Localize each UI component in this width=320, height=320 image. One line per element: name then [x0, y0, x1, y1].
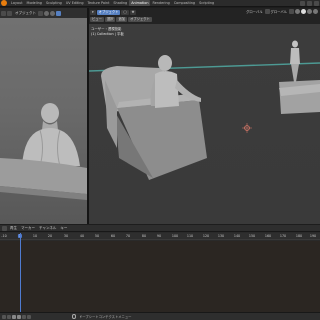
tab-rendering[interactable]: Rendering — [150, 0, 171, 6]
frame-tick: 140 — [233, 234, 241, 238]
menu-playback[interactable]: 再生 — [10, 226, 17, 231]
select-mode-icon[interactable]: ▢ — [121, 9, 129, 15]
play-icon[interactable] — [17, 314, 21, 319]
viewport-header-row: ▾ オブジェクト ▢ ✥ — [90, 9, 137, 15]
left-viewport-scene — [0, 103, 87, 200]
seated-character — [150, 55, 201, 108]
solid-shading-icon[interactable] — [301, 9, 306, 14]
frame-tick: 60 — [110, 234, 116, 238]
mouse-icon — [72, 314, 76, 319]
tab-modeling[interactable]: Modeling — [25, 0, 44, 6]
prev-keyframe-icon[interactable] — [7, 314, 11, 319]
viewport-header-right: グローバル グローバル — [245, 9, 318, 14]
workspace-bar: Layout Modeling Sculpting UV Editing Tex… — [0, 0, 320, 7]
viewport-menu-row: ビュー 選択 追加 オブジェクト — [90, 16, 153, 23]
status-hint: ドープシートコンテクストメニュー — [79, 315, 132, 319]
jump-start-icon[interactable] — [2, 314, 6, 319]
background-sofa — [279, 80, 320, 114]
frame-tick: 70 — [125, 234, 131, 238]
menu-object[interactable]: オブジェクト — [128, 17, 152, 22]
editor-type-icon[interactable] — [2, 225, 7, 231]
frame-tick: 170 — [279, 234, 287, 238]
proportional-edit-icon[interactable] — [289, 9, 294, 14]
tab-compositing[interactable]: Compositing — [172, 0, 197, 6]
view-layer-icon[interactable] — [307, 0, 312, 6]
jump-end-icon[interactable] — [27, 314, 31, 319]
transform-icon[interactable]: ✥ — [129, 9, 137, 15]
tab-uv-editing[interactable]: UV Editing — [64, 0, 86, 6]
rendered-shading-icon[interactable] — [313, 9, 318, 14]
next-keyframe-icon[interactable] — [22, 314, 26, 319]
tab-texture-paint[interactable]: Texture Paint — [86, 0, 112, 6]
frame-tick: 180 — [295, 234, 303, 238]
frame-tick: -10 — [1, 234, 7, 238]
scene-icon[interactable] — [300, 0, 305, 6]
search-icon[interactable] — [314, 0, 319, 6]
menu-view[interactable]: ビュー — [90, 17, 104, 22]
frame-tick: 190 — [309, 234, 317, 238]
frame-tick: 40 — [79, 234, 85, 238]
frame-tick: 80 — [141, 234, 147, 238]
pivot-orientation[interactable]: グローバル — [271, 9, 287, 14]
frame-tick: 50 — [94, 234, 100, 238]
menu-key[interactable]: キー — [60, 226, 67, 231]
menu-add[interactable]: 追加 — [116, 17, 128, 22]
timeline-footer: ドープシートコンテクストメニュー — [0, 312, 320, 320]
dopesheet-track-area[interactable] — [0, 241, 320, 312]
background-figure — [290, 40, 300, 82]
blender-logo-icon[interactable] — [1, 0, 7, 6]
character-bust — [22, 103, 80, 167]
playhead[interactable] — [20, 233, 21, 312]
frame-tick: 30 — [63, 234, 69, 238]
material-shading-icon[interactable] — [307, 9, 312, 14]
frame-tick: 90 — [156, 234, 162, 238]
collection-label: (1) Collection | 平板 — [91, 32, 124, 36]
frame-tick: 110 — [186, 234, 194, 238]
main-viewport-scene — [89, 40, 320, 180]
timeline-editor: 再生 マーカー チャンネル キー -10 0 1 10 20 30 40 50 … — [0, 225, 320, 320]
frame-tick: 10 — [32, 234, 38, 238]
editor-type-button[interactable]: ▾ — [90, 9, 96, 15]
menu-select[interactable]: 選択 — [104, 17, 116, 22]
object-mode-button[interactable]: オブジェクト — [96, 9, 121, 15]
tab-shading[interactable]: Shading — [111, 0, 129, 6]
frame-tick: 20 — [47, 234, 53, 238]
frame-tick: 150 — [248, 234, 256, 238]
viewport-area: オブジェクト ▾ オブジェクト ▢ ✥ ビュー 選択 追加 オブジェクト グロー… — [0, 8, 320, 224]
tab-layout[interactable]: Layout — [9, 0, 25, 6]
snap-icon[interactable] — [264, 9, 270, 14]
tab-sculpting[interactable]: Sculpting — [44, 0, 64, 6]
frame-ruler[interactable]: -10 0 1 10 20 30 40 50 60 70 80 90 100 1… — [0, 233, 320, 240]
tab-scripting[interactable]: Scripting — [197, 0, 216, 6]
main-3d-viewport[interactable]: ▾ オブジェクト ▢ ✥ ビュー 選択 追加 オブジェクト グローバル グローバ… — [89, 8, 320, 224]
menu-marker[interactable]: マーカー — [21, 226, 35, 231]
main-viewport-header: ▾ オブジェクト ▢ ✥ ビュー 選択 追加 オブジェクト グローバル グローバ… — [89, 8, 320, 24]
object-origin-icon[interactable] — [242, 123, 252, 133]
left-viewport[interactable]: オブジェクト — [0, 8, 87, 224]
wireframe-shading-icon[interactable] — [295, 9, 300, 14]
timeline-header: 再生 マーカー チャンネル キー — [0, 225, 320, 232]
frame-tick: 120 — [202, 234, 210, 238]
frame-tick: 100 — [171, 234, 179, 238]
play-reverse-icon[interactable] — [12, 314, 16, 319]
frame-tick: 130 — [217, 234, 225, 238]
tab-animation[interactable]: Animation — [129, 0, 151, 6]
menu-channel[interactable]: チャンネル — [39, 226, 56, 231]
frame-tick: 160 — [264, 234, 272, 238]
transform-orientation[interactable]: グローバル — [246, 9, 262, 14]
